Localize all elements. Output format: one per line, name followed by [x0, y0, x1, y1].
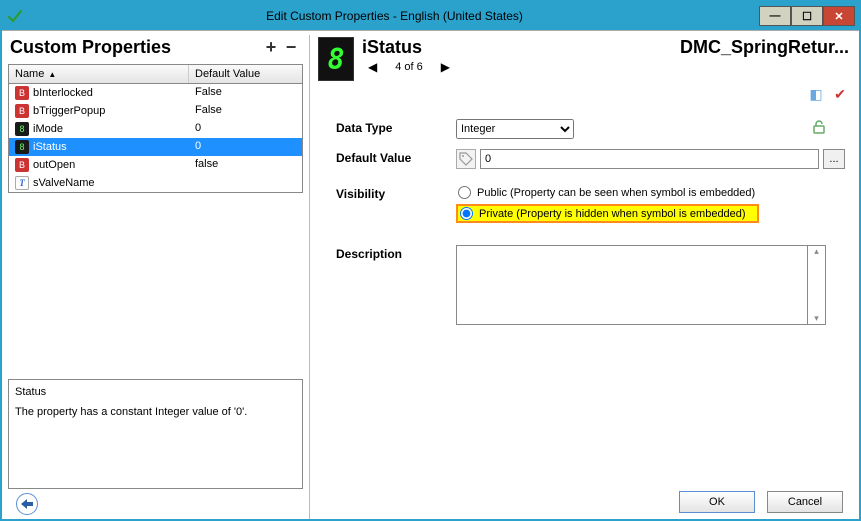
table-row[interactable]: BbInterlocked False	[9, 84, 302, 102]
back-button[interactable]	[16, 493, 38, 515]
window-controls: — ☐ ✕	[759, 6, 855, 26]
row-value: 0	[189, 139, 302, 155]
unlock-icon[interactable]	[811, 119, 829, 137]
window-frame: Edit Custom Properties - English (United…	[0, 0, 861, 521]
description-label: Description	[336, 245, 456, 261]
description-textarea[interactable]	[456, 245, 808, 325]
visibility-public-option[interactable]: Public (Property can be seen when symbol…	[456, 185, 759, 200]
row-value: False	[189, 103, 302, 119]
status-panel: Status The property has a constant Integ…	[8, 379, 303, 489]
int-icon: 8	[15, 140, 29, 154]
table-row[interactable]: TsValveName	[9, 174, 302, 192]
maximize-button[interactable]: ☐	[791, 6, 823, 26]
visibility-private-radio[interactable]	[460, 207, 473, 220]
bool-icon: B	[15, 158, 29, 172]
header-action-icons: ◧ ✔	[807, 85, 853, 105]
status-title: Status	[15, 386, 296, 398]
add-property-button[interactable]: +	[261, 38, 281, 58]
table-body: BbInterlocked False BbTriggerPopup False…	[9, 84, 302, 192]
tag-icon[interactable]	[456, 149, 476, 169]
form-area: Data Type Integer Default Value	[314, 105, 853, 339]
left-panel: Custom Properties + − Name ▲ Default Val…	[8, 35, 303, 519]
row-default-value: Default Value ...	[336, 149, 845, 169]
window-title: Edit Custom Properties - English (United…	[30, 9, 759, 23]
row-visibility: Visibility Public (Property can be seen …	[336, 185, 845, 223]
string-icon: T	[15, 176, 29, 190]
left-panel-title: Custom Properties	[10, 37, 261, 58]
row-description: Description ▴▾	[336, 245, 845, 325]
row-name: outOpen	[33, 159, 75, 171]
col-header-name-text: Name	[15, 68, 44, 80]
status-text: The property has a constant Integer valu…	[15, 406, 296, 418]
row-name: iMode	[33, 123, 63, 135]
check-icon[interactable]: ✔	[831, 85, 849, 103]
table-row[interactable]: BbTriggerPopup False	[9, 102, 302, 120]
table-row[interactable]: 8 iMode 0	[9, 120, 302, 138]
int-icon: 8	[15, 122, 29, 136]
spacer	[8, 193, 303, 373]
row-value: 0	[189, 121, 302, 137]
ok-button[interactable]: OK	[679, 491, 755, 513]
close-button[interactable]: ✕	[823, 6, 855, 26]
header-center: iStatus ◀ 4 of 6 ▶	[362, 37, 672, 74]
segment-display-icon: 8	[318, 37, 354, 81]
eraser-icon[interactable]: ◧	[807, 85, 825, 103]
col-header-default[interactable]: Default Value	[189, 65, 302, 83]
visibility-private-text: Private (Property is hidden when symbol …	[479, 208, 746, 220]
data-type-select[interactable]: Integer	[456, 119, 574, 139]
visibility-label: Visibility	[336, 185, 456, 201]
bool-icon: B	[15, 104, 29, 118]
pager-prev[interactable]: ◀	[368, 60, 377, 74]
remove-property-button[interactable]: −	[281, 38, 301, 58]
left-panel-header: Custom Properties + −	[8, 35, 303, 64]
row-value	[189, 175, 302, 191]
data-type-label: Data Type	[336, 119, 456, 135]
row-value: False	[189, 85, 302, 101]
properties-table: Name ▲ Default Value BbInterlocked False…	[8, 64, 303, 193]
browse-button[interactable]: ...	[823, 149, 845, 169]
right-panel-header: 8 iStatus ◀ 4 of 6 ▶ DMC_SpringRetur...	[314, 35, 853, 85]
row-name: bInterlocked	[33, 87, 93, 99]
default-value-label: Default Value	[336, 149, 456, 165]
description-scrollbar[interactable]: ▴▾	[808, 245, 826, 325]
bool-icon: B	[15, 86, 29, 100]
dialog-buttons: OK Cancel	[314, 485, 853, 519]
symbol-name: DMC_SpringRetur...	[680, 37, 849, 58]
sort-asc-icon: ▲	[48, 70, 56, 79]
titlebar: Edit Custom Properties - English (United…	[2, 2, 859, 30]
app-icon	[6, 7, 24, 25]
right-panel: 8 iStatus ◀ 4 of 6 ▶ DMC_SpringRetur... …	[309, 35, 853, 519]
row-value: false	[189, 157, 302, 173]
visibility-private-option[interactable]: Private (Property is hidden when symbol …	[456, 204, 759, 223]
cancel-button[interactable]: Cancel	[767, 491, 843, 513]
table-header: Name ▲ Default Value	[9, 65, 302, 84]
visibility-public-radio[interactable]	[458, 186, 471, 199]
col-header-name[interactable]: Name ▲	[9, 65, 189, 83]
visibility-public-text: Public (Property can be seen when symbol…	[477, 187, 755, 199]
row-data-type: Data Type Integer	[336, 119, 845, 139]
left-bottom-nav	[8, 489, 303, 519]
property-name: iStatus	[362, 37, 672, 58]
visibility-group: Public (Property can be seen when symbol…	[456, 185, 759, 223]
pager-next[interactable]: ▶	[441, 60, 450, 74]
row-name: sValveName	[33, 177, 95, 189]
content-area: Custom Properties + − Name ▲ Default Val…	[2, 30, 859, 519]
pager-position: 4 of 6	[395, 61, 423, 73]
row-name: bTriggerPopup	[33, 105, 105, 117]
row-name: iStatus	[33, 141, 67, 153]
minimize-button[interactable]: —	[759, 6, 791, 26]
table-row[interactable]: BoutOpen false	[9, 156, 302, 174]
pager: ◀ 4 of 6 ▶	[362, 58, 672, 74]
default-value-input[interactable]	[480, 149, 819, 169]
table-row[interactable]: 8 iStatus 0	[9, 138, 302, 156]
